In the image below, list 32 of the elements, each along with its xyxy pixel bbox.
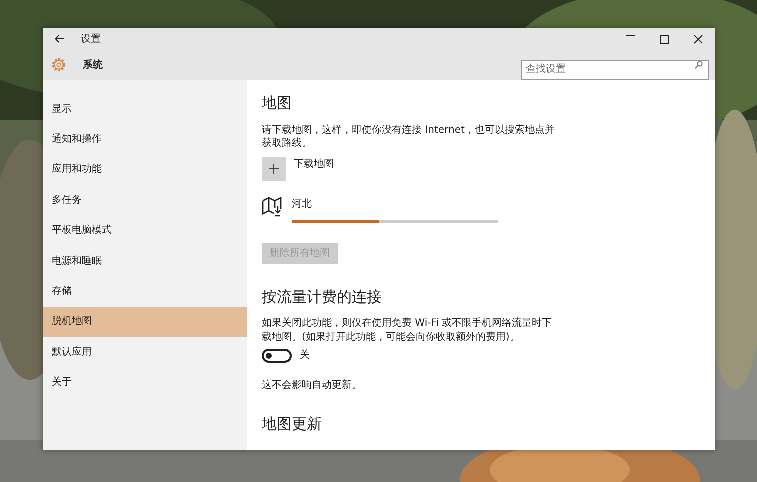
add-map-label: 下载地图 — [294, 158, 334, 172]
plus-icon — [269, 164, 279, 174]
sidebar-item[interactable]: 显示 — [43, 94, 247, 124]
sidebar-item[interactable]: 脱机地图 — [43, 306, 247, 338]
search-icon — [695, 61, 703, 69]
section-heading: 按流量计费的连接 — [262, 288, 383, 307]
map-name: 河北 — [292, 198, 313, 212]
section-heading: 地图 — [262, 94, 293, 114]
sidebar-item[interactable]: 通知和操作 — [43, 124, 247, 155]
map-icon — [262, 196, 284, 216]
window-title: 设置 — [81, 32, 101, 46]
sidebar-item[interactable]: 关于 — [43, 368, 247, 398]
sidebar-item[interactable]: 应用和功能 — [43, 154, 247, 186]
section-heading: 地图更新 — [262, 414, 323, 434]
minimize-icon[interactable] — [626, 34, 634, 36]
close-icon[interactable] — [694, 34, 702, 44]
description-text: 如果关闭此功能，则仅在使用免费 Wi-Fi 或不限手机网络流量时下载地图。(如果打开此功能，可能会向你收取额外的费用)。 — [262, 317, 554, 344]
section-title: 系统 — [83, 58, 103, 72]
toggle-label: 关 — [300, 348, 310, 363]
sidebar-item[interactable]: 默认应用 — [43, 337, 247, 368]
toggle-switch[interactable] — [262, 348, 292, 362]
note-text: 这不会影响自动更新。 — [262, 379, 363, 392]
sidebar-item[interactable]: 平板电脑模式 — [43, 216, 247, 246]
sidebar-item[interactable]: 电源和睡眠 — [43, 246, 247, 276]
description-text: 请下载地图，这样，即使你没有连接 Internet，也可以搜索地点并获取路线。 — [262, 124, 556, 150]
gear-icon — [51, 57, 67, 73]
add-map-button[interactable] — [262, 156, 286, 180]
sidebar-item[interactable]: 存储 — [43, 276, 247, 307]
back-icon[interactable] — [55, 35, 65, 43]
search-field[interactable]: 查找设置 — [521, 60, 709, 80]
maximize-icon[interactable] — [660, 34, 668, 44]
sidebar-item[interactable]: 多任务 — [43, 185, 247, 216]
